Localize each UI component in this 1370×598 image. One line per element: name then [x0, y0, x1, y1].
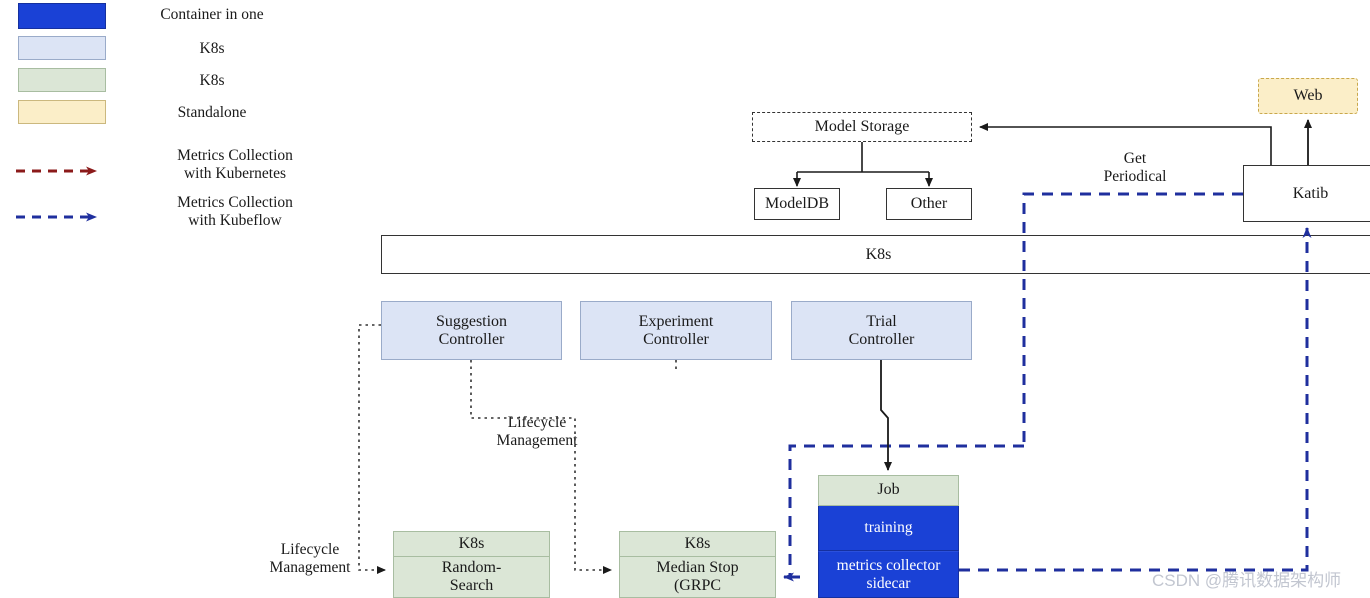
job-metrics-collector-section[interactable]: metrics collector sidecar: [818, 551, 959, 598]
lifecycle-mid-line1: Lifecycle: [507, 414, 567, 431]
edge-suggestion-to-random-search: [358, 324, 386, 574]
random-search-line1: Random-: [441, 558, 502, 576]
legend-metrics-kubernetes-line2: with Kubernetes: [183, 164, 286, 182]
job-metrics-line1: metrics collector: [836, 556, 941, 574]
job-training-label: training: [864, 519, 913, 537]
katib-label: Katib: [1292, 184, 1329, 202]
watermark: CSDN @腾讯数据架构师: [1152, 571, 1342, 590]
legend-label-metrics-kubeflow: Metrics Collection with Kubeflow: [120, 194, 350, 229]
median-stop-line1: Median Stop: [656, 558, 739, 576]
model-storage-label: Model Storage: [814, 118, 910, 136]
web-box[interactable]: Web: [1258, 78, 1358, 114]
legend-metrics-kubernetes-line1: Metrics Collection: [177, 147, 293, 164]
median-stop-line2: (GRPC: [673, 577, 722, 594]
legend-label-k8s-green: K8s: [199, 72, 225, 89]
legend-swatch-k8s-blue: [18, 36, 106, 60]
diagram-canvas: Container in one K8s K8s Standalone Metr…: [0, 0, 1370, 598]
get-periodical-line2: Periodical: [1103, 167, 1167, 185]
experiment-controller-label: Experiment Controller: [639, 313, 714, 349]
legend-label-metrics-kubernetes: Metrics Collection with Kubernetes: [120, 147, 350, 182]
median-stop-body[interactable]: Median Stop (GRPC: [619, 557, 776, 598]
edge-sidecar-to-katib: [959, 227, 1312, 572]
lifecycle-management-mid-label: Lifecycle Management: [462, 414, 612, 449]
experiment-controller-line1: Experiment: [638, 312, 714, 330]
job-metrics-collector-label: metrics collector sidecar: [837, 557, 941, 592]
k8s-platform-bar[interactable]: K8s: [381, 235, 1370, 274]
get-periodical-label: Get Periodical: [1060, 150, 1210, 185]
legend-label-k8s-blue: K8s: [199, 40, 225, 57]
legend-label-standalone: Standalone: [177, 104, 247, 121]
lifecycle-management-left-label: Lifecycle Management: [245, 541, 375, 576]
edge-trial-controller-to-job: [880, 360, 892, 471]
legend-metrics-kubeflow-line2: with Kubeflow: [188, 211, 282, 229]
get-periodical-line1: Get: [1123, 150, 1147, 167]
random-search-body[interactable]: Random- Search: [393, 557, 550, 598]
legend-swatch-k8s-green: [18, 68, 106, 92]
median-stop-header[interactable]: K8s: [619, 531, 776, 557]
suggestion-controller-line2: Controller: [438, 330, 505, 348]
model-storage-box[interactable]: Model Storage: [752, 112, 972, 142]
legend-label-container-in-one: Container in one: [160, 6, 264, 23]
other-label: Other: [910, 195, 948, 213]
lifecycle-left-line2: Management: [269, 558, 351, 576]
legend-swatch-container-in-one: [18, 3, 106, 29]
suggestion-controller-line1: Suggestion: [435, 312, 508, 330]
trial-controller-line1: Trial: [866, 312, 897, 330]
k8s-platform-label: K8s: [865, 245, 892, 263]
legend-swatch-standalone: [18, 100, 106, 124]
edge-model-storage-to-stores: [793, 142, 933, 187]
job-metrics-line2: sidecar: [866, 574, 911, 592]
job-header[interactable]: Job: [818, 475, 959, 506]
other-box[interactable]: Other: [886, 188, 972, 220]
trial-controller-label: Trial Controller: [849, 313, 915, 349]
edge-get-periodical: [1022, 192, 1243, 446]
random-search-line2: Search: [449, 577, 494, 594]
random-search-stack[interactable]: K8s Random- Search: [393, 531, 550, 598]
random-search-body-label: Random- Search: [442, 559, 502, 595]
trial-controller-box[interactable]: Trial Controller: [791, 301, 972, 360]
connector-layer: [16, 119, 1312, 582]
median-stop-body-label: Median Stop (GRPC: [656, 559, 738, 595]
modeldb-label: ModelDB: [765, 195, 829, 213]
experiment-controller-box[interactable]: Experiment Controller: [580, 301, 772, 360]
web-label: Web: [1293, 87, 1323, 105]
lifecycle-mid-line2: Management: [496, 431, 578, 449]
median-stop-stack[interactable]: K8s Median Stop (GRPC: [619, 531, 776, 598]
katib-box[interactable]: Katib: [1243, 165, 1370, 222]
job-header-label: Job: [877, 481, 900, 499]
suggestion-controller-box[interactable]: Suggestion Controller: [381, 301, 562, 360]
random-search-header-label: K8s: [458, 534, 485, 552]
random-search-header[interactable]: K8s: [393, 531, 550, 557]
experiment-controller-line2: Controller: [643, 330, 709, 348]
suggestion-controller-label: Suggestion Controller: [436, 313, 507, 349]
median-stop-header-label: K8s: [684, 534, 711, 552]
trial-controller-line2: Controller: [848, 330, 915, 348]
legend-metrics-kubeflow-line1: Metrics Collection: [177, 194, 293, 211]
job-training-section[interactable]: training: [818, 506, 959, 551]
job-stack[interactable]: Job training metrics collector sidecar: [818, 475, 959, 598]
lifecycle-left-line1: Lifecycle: [280, 541, 340, 558]
modeldb-box[interactable]: ModelDB: [754, 188, 840, 220]
